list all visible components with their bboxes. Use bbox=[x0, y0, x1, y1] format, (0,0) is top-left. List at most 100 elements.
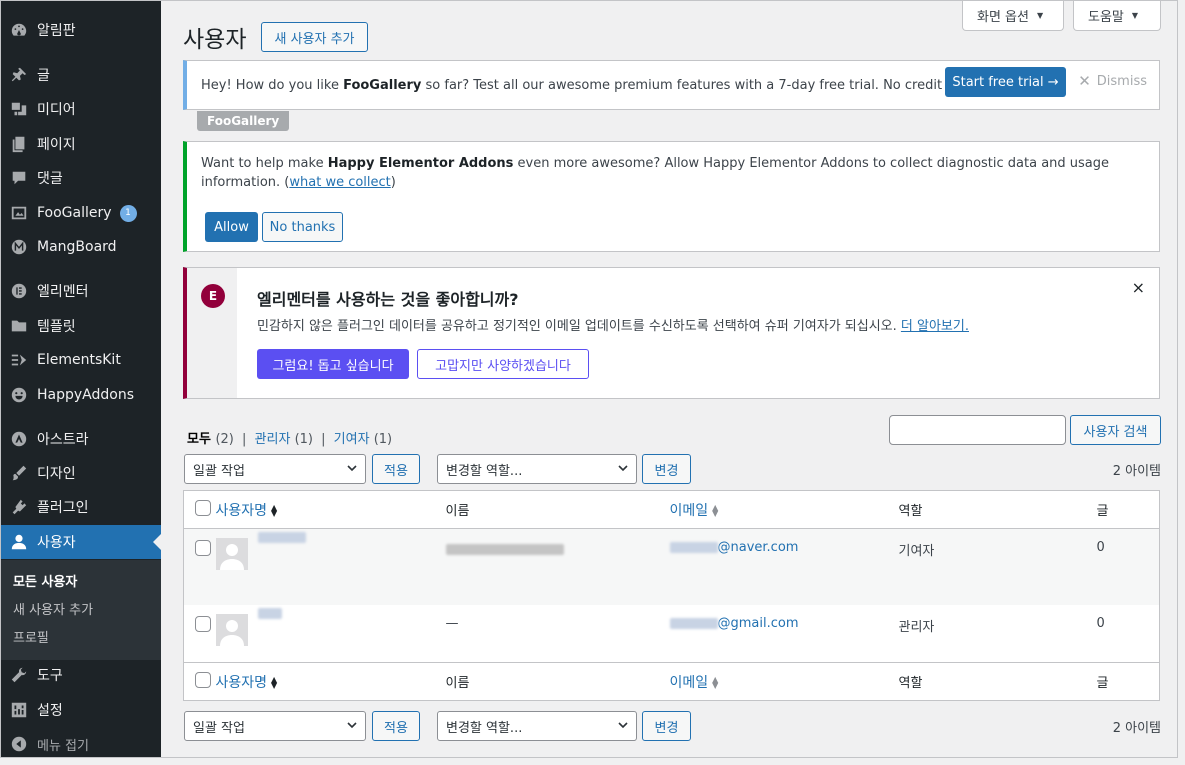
user-search-input[interactable] bbox=[889, 415, 1066, 445]
sidebar-item-mangboard[interactable]: MangBoard bbox=[1, 230, 161, 264]
sidebar-item-happyaddons[interactable]: HappyAddons bbox=[1, 378, 161, 412]
change-role-select-bottom[interactable]: 변경할 역할... bbox=[437, 711, 637, 741]
sidebar-item-users[interactable]: 사용자 bbox=[1, 525, 161, 559]
no-thanks-button[interactable]: No thanks bbox=[262, 212, 343, 242]
apply-button-bottom[interactable]: 적용 bbox=[372, 711, 420, 741]
brush-icon bbox=[1, 464, 37, 482]
plugin-icon bbox=[1, 498, 37, 516]
username-cell bbox=[215, 529, 446, 605]
sidebar-item-label: ElementsKit bbox=[37, 352, 121, 368]
sidebar-item-label: 글 bbox=[37, 68, 50, 84]
help-button[interactable]: 도움말 ▼ bbox=[1073, 1, 1161, 31]
item-count-bottom: 2 아이템 bbox=[1112, 721, 1161, 736]
select-all-checkbox[interactable] bbox=[195, 499, 211, 516]
email-cell: @naver.com bbox=[669, 529, 899, 605]
sidebar-item-elementskit[interactable]: ElementsKit bbox=[1, 343, 161, 377]
notice-brand: Happy Elementor Addons bbox=[327, 156, 514, 171]
email-link[interactable]: @gmail.com bbox=[669, 615, 799, 631]
row-checkbox[interactable] bbox=[195, 540, 211, 556]
change-role-button-bottom[interactable]: 변경 bbox=[642, 711, 691, 741]
filter-all-count: (2) bbox=[215, 432, 234, 447]
posts-cell: 0 bbox=[1096, 540, 1105, 555]
elementor-notice-title: 엘리멘터를 사용하는 것을 좋아합니까? bbox=[257, 290, 519, 309]
sort-username-link[interactable]: 사용자명 ▲ ▼ bbox=[216, 675, 278, 691]
elementor-opt-in-button[interactable]: 그럼요! 돕고 싶습니다 bbox=[257, 349, 409, 379]
role-header: 역할 bbox=[898, 490, 1097, 529]
email-link[interactable]: @naver.com bbox=[669, 540, 798, 555]
sidebar-item-dashboard[interactable]: 알림판 bbox=[1, 13, 161, 47]
add-new-user-button[interactable]: 새 사용자 추가 bbox=[261, 22, 368, 52]
collapse-icon bbox=[1, 735, 37, 753]
filter-all[interactable]: 모두 (2) bbox=[187, 432, 234, 447]
learn-more-link[interactable]: 더 알아보기. bbox=[901, 319, 969, 334]
sidebar-item-media[interactable]: 미디어 bbox=[1, 92, 161, 126]
change-role-select[interactable]: 변경할 역할... bbox=[437, 454, 637, 484]
main-content: 화면 옵션 ▼ 도움말 ▼ 사용자 새 사용자 추가 Hey! How do you… bbox=[161, 1, 1177, 757]
posts-cell: 0 bbox=[1096, 615, 1105, 631]
sort-username-link[interactable]: 사용자명 ▲ ▼ bbox=[216, 503, 278, 519]
screen-options-button[interactable]: 화면 옵션 ▼ bbox=[962, 1, 1064, 31]
dashboard-icon bbox=[1, 21, 37, 39]
submenu-add-user[interactable]: 새 사용자 추가 bbox=[13, 599, 93, 618]
email-domain: @gmail.com bbox=[717, 615, 799, 631]
sidebar-item-appearance[interactable]: 디자인 bbox=[1, 456, 161, 490]
sidebar-item-label: 댓글 bbox=[37, 171, 63, 187]
sidebar-item-label: MangBoard bbox=[37, 239, 117, 255]
notice-desc-text: 민감하지 않은 플러그인 데이터를 공유하고 정기적인 이메일 업데이트를 수신… bbox=[257, 319, 901, 334]
sidebar-item-settings[interactable]: 설정 bbox=[1, 693, 161, 727]
filter-contributor[interactable]: 기여자 (1) bbox=[334, 432, 392, 447]
filter-admin[interactable]: 관리자 (1) bbox=[255, 432, 313, 447]
sort-email-link[interactable]: 이메일 ▲ ▼ bbox=[670, 503, 719, 519]
sidebar-item-comments[interactable]: 댓글 bbox=[1, 161, 161, 195]
bulk-action-select-bottom[interactable]: 일괄 작업 bbox=[184, 711, 366, 741]
sort-email-link[interactable]: 이메일 ▲ ▼ bbox=[670, 675, 719, 691]
page-title: 사용자 bbox=[183, 27, 247, 53]
sidebar-item-label: 엘리멘터 bbox=[37, 284, 89, 300]
sidebar-item-elementor[interactable]: 엘리멘터 bbox=[1, 274, 161, 308]
submenu-all-users[interactable]: 모든 사용자 bbox=[13, 571, 77, 590]
chevron-down-icon bbox=[618, 465, 628, 472]
sidebar-item-astra[interactable]: 아스트라 bbox=[1, 422, 161, 456]
sidebar-item-posts[interactable]: 글 bbox=[1, 58, 161, 92]
submenu-profile[interactable]: 프로필 bbox=[13, 627, 49, 646]
sidebar-item-tools[interactable]: 도구 bbox=[1, 658, 161, 692]
apply-button[interactable]: 적용 bbox=[372, 454, 420, 484]
sidebar-item-plugins[interactable]: 플러그인 bbox=[1, 490, 161, 524]
filter-admin-label: 관리자 bbox=[254, 432, 291, 447]
foogallery-notice-text: Hey! How do you like FooGallery so far? … bbox=[201, 78, 1038, 93]
separator: | bbox=[321, 432, 326, 447]
allow-button[interactable]: Allow bbox=[205, 212, 258, 242]
username-link[interactable] bbox=[257, 607, 282, 619]
elementor-icon bbox=[1, 282, 37, 300]
bulk-action-select[interactable]: 일괄 작업 bbox=[184, 454, 366, 484]
dismiss-button[interactable]: ✕ Dismiss bbox=[1078, 72, 1147, 90]
username-column: 사용자명 ▲ ▼ bbox=[215, 662, 446, 701]
search-users-button[interactable]: 사용자 검색 bbox=[1070, 415, 1161, 445]
item-count: 2 아이템 bbox=[1112, 464, 1161, 479]
bulk-action-value: 일괄 작업 bbox=[193, 463, 245, 479]
users-table: 사용자명▲▼ 이름 이메일▲▼ 역할 글 @naver.com 기여자 bbox=[183, 490, 1160, 701]
email-local-part bbox=[669, 542, 718, 553]
close-icon[interactable]: × bbox=[1132, 278, 1145, 297]
name-header: 이름 bbox=[445, 490, 670, 529]
row-checkbox[interactable] bbox=[195, 615, 211, 632]
sidebar-item-foogallery[interactable]: FooGallery 1 bbox=[1, 196, 161, 230]
change-role-button[interactable]: 변경 bbox=[642, 454, 691, 484]
name-cell bbox=[445, 529, 670, 605]
collapse-menu-button[interactable]: 메뉴 접기 bbox=[1, 727, 161, 757]
elementor-opt-out-button[interactable]: 고맙지만 사양하겠습니다 bbox=[417, 349, 589, 379]
admin-frame: 알림판 글 미디어 페이지 댓글 FooGallery 1 MangBoard bbox=[0, 0, 1178, 758]
sidebar-item-templates[interactable]: 템플릿 bbox=[1, 309, 161, 343]
sidebar-item-pages[interactable]: 페이지 bbox=[1, 127, 161, 161]
posts-header: 글 bbox=[1096, 490, 1160, 529]
mangboard-icon bbox=[1, 238, 37, 256]
what-we-collect-link[interactable]: what we collect bbox=[289, 175, 390, 190]
sidebar-item-label: 설정 bbox=[37, 703, 63, 719]
username-link[interactable] bbox=[257, 532, 306, 543]
sort-icon: ▲ ▼ bbox=[712, 502, 719, 518]
start-free-trial-button[interactable]: Start free trial → bbox=[945, 67, 1066, 97]
close-icon: ✕ bbox=[1078, 72, 1091, 90]
select-all-checkbox[interactable] bbox=[195, 671, 211, 688]
table-header-row: 사용자명 ▲ ▼ 이름 이메일 ▲ ▼ 역할 글 bbox=[183, 490, 1160, 529]
sort-icon: ▲ ▼ bbox=[271, 502, 278, 518]
